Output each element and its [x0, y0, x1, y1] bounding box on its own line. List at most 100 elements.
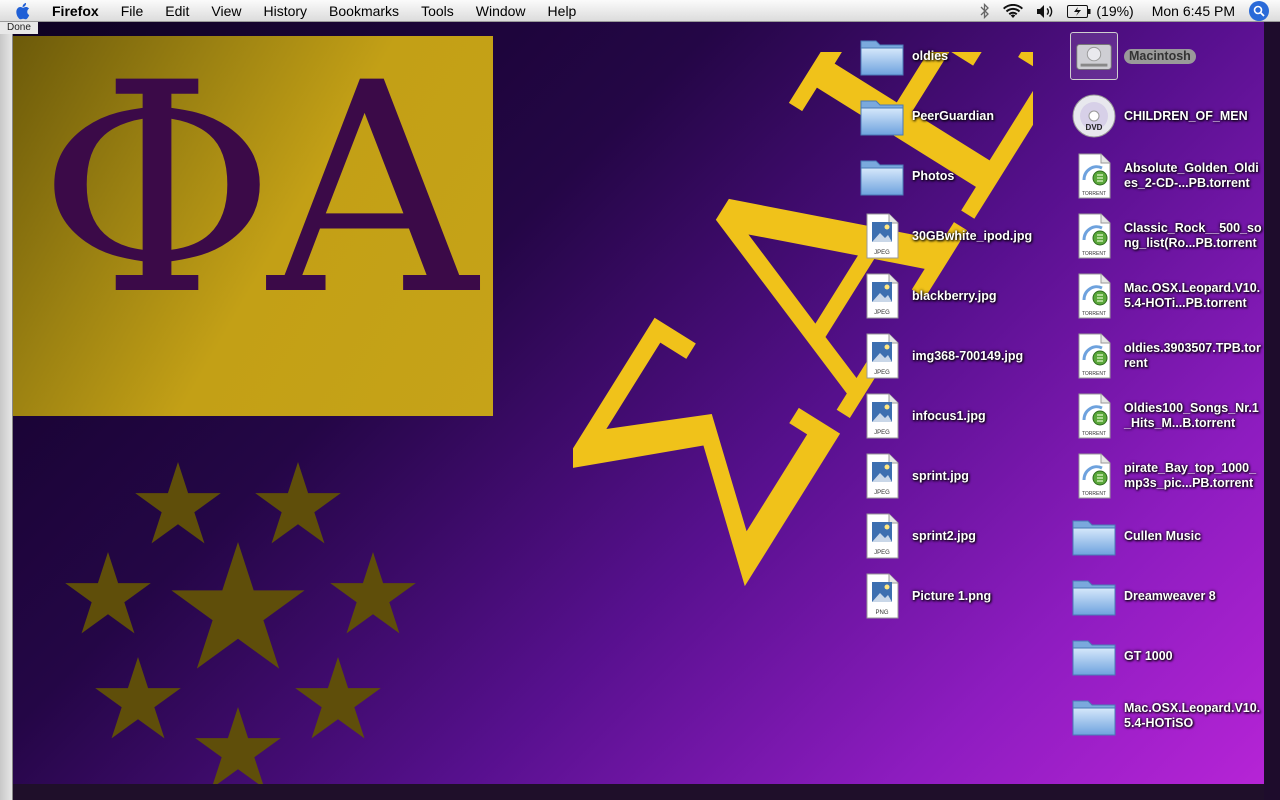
desktop-item[interactable]: Macintosh [1070, 30, 1280, 82]
svg-text:JPEG: JPEG [874, 370, 890, 376]
menu-firefox[interactable]: Firefox [40, 0, 110, 22]
dvd-icon: DVD [1070, 92, 1118, 140]
wallpaper-stars [65, 462, 416, 784]
jpeg-file-icon: JPEG [858, 332, 906, 380]
desktop-item[interactable]: Mac.OSX.Leopard.V10.5.4-HOTiSO [1070, 690, 1280, 742]
spotlight-icon[interactable] [1249, 1, 1269, 21]
desktop-item-label: infocus1.jpg [912, 408, 986, 423]
menu-bar: Firefox File Edit View History Bookmarks… [0, 0, 1280, 22]
folder-icon [1070, 512, 1118, 560]
menu-help[interactable]: Help [537, 0, 588, 22]
desktop-item-label: Cullen Music [1124, 528, 1202, 543]
desktop-item[interactable]: JPEG infocus1.jpg [858, 390, 1068, 442]
desktop-item-label: oldies [912, 48, 949, 63]
desktop-item[interactable]: JPEG blackberry.jpg [858, 270, 1068, 322]
torrent-file-icon: TORRENT [1070, 392, 1118, 440]
menu-view[interactable]: View [200, 0, 252, 22]
svg-text:JPEG: JPEG [874, 550, 890, 556]
desktop-item-label: PeerGuardian [912, 108, 994, 123]
jpeg-file-icon: JPEG [858, 512, 906, 560]
desktop-item[interactable]: JPEG sprint.jpg [858, 450, 1068, 502]
wallpaper-greek-letters: ΦΑ [38, 22, 477, 359]
desktop-item-label: Oldies100_Songs_Nr.1_Hits_M...B.torrent [1124, 401, 1259, 430]
menu-file[interactable]: File [110, 0, 155, 22]
firefox-window-edge[interactable] [0, 22, 13, 800]
torrent-file-icon: TORRENT [1070, 272, 1118, 320]
desktop-item-label: img368-700149.jpg [912, 348, 1024, 363]
firefox-window-bottom [0, 784, 1280, 800]
hard-drive-icon [1070, 32, 1118, 80]
desktop-item-label: Classic_Rock__500_song_list(Ro...PB.torr… [1124, 221, 1262, 250]
battery-percent: (19%) [1096, 3, 1134, 19]
torrent-file-icon: TORRENT [1070, 452, 1118, 500]
desktop-item[interactable]: TORRENT Classic_Rock__500_song_list(Ro...… [1070, 210, 1280, 262]
desktop-item[interactable]: JPEG img368-700149.jpg [858, 330, 1068, 382]
desktop-item[interactable]: DVD CHILDREN_OF_MEN [1070, 90, 1280, 142]
desktop-item-label: oldies.​3903507.TPB.torrent [1124, 341, 1261, 370]
torrent-file-icon: TORRENT [1070, 212, 1118, 260]
battery-status[interactable]: (19%) [1067, 3, 1134, 19]
menu-tools[interactable]: Tools [410, 0, 465, 22]
svg-text:JPEG: JPEG [874, 310, 890, 316]
folder-icon [1070, 692, 1118, 740]
bluetooth-icon[interactable] [980, 3, 990, 19]
svg-text:TORRENT: TORRENT [1082, 251, 1106, 257]
folder-icon [1070, 632, 1118, 680]
svg-text:TORRENT: TORRENT [1082, 491, 1106, 497]
svg-text:JPEG: JPEG [874, 490, 890, 496]
desktop-item[interactable]: TORRENT oldies.​3903507.TPB.torrent [1070, 330, 1280, 382]
desktop-item-label: Absolute_Golden_Oldies_2-CD-...PB.torren… [1124, 161, 1259, 190]
desktop-item-label: sprint2.jpg [912, 528, 976, 543]
torrent-file-icon: TORRENT [1070, 332, 1118, 380]
desktop-item-label: CHILDREN_OF_MEN [1124, 108, 1248, 123]
desktop-item[interactable]: TORRENT Absolute_Golden_Oldies_2-CD-...PB… [1070, 150, 1280, 202]
menu-bookmarks[interactable]: Bookmarks [318, 0, 410, 22]
folder-icon [858, 92, 906, 140]
svg-text:DVD: DVD [1086, 123, 1103, 132]
svg-text:TORRENT: TORRENT [1082, 371, 1106, 377]
apple-menu-icon[interactable] [14, 2, 40, 20]
jpeg-file-icon: JPEG [858, 212, 906, 260]
desktop-item-label: Mac.OSX.Leopard.V10.5.4-HOTiSO [1124, 701, 1261, 730]
png-file-icon: PNG [858, 572, 906, 620]
jpeg-file-icon: JPEG [858, 452, 906, 500]
svg-text:JPEG: JPEG [874, 250, 890, 256]
desktop-item-label: sprint.jpg [912, 468, 969, 483]
desktop-item[interactable]: JPEG 30GBwhite_ipod.jpg [858, 210, 1068, 262]
desktop-item[interactable]: GT 1000 [1070, 630, 1280, 682]
svg-text:TORRENT: TORRENT [1082, 311, 1106, 317]
desktop-item[interactable]: oldies [858, 30, 1068, 82]
desktop-item-label: blackberry.jpg [912, 288, 997, 303]
menu-history[interactable]: History [252, 0, 318, 22]
desktop-item-label: 30GBwhite_ipod.jpg [912, 228, 1033, 243]
desktop-item[interactable]: TORRENT Oldies100_Songs_Nr.1_Hits_M...B.t… [1070, 390, 1280, 442]
battery-icon [1067, 4, 1091, 18]
desktop-item[interactable]: Cullen Music [1070, 510, 1280, 562]
firefox-status-text: Done [0, 22, 38, 34]
desktop-item-label: GT 1000 [1124, 648, 1173, 663]
clock[interactable]: Mon 6:45 PM [1152, 3, 1235, 19]
volume-icon[interactable] [1036, 4, 1054, 19]
desktop-item[interactable]: Dreamweaver 8 [1070, 570, 1280, 622]
svg-text:PNG: PNG [875, 610, 888, 616]
desktop-item[interactable]: JPEG sprint2.jpg [858, 510, 1068, 562]
desktop-item[interactable]: TORRENT Mac.OSX.Leopard.V10.5.4-HOTi...PB… [1070, 270, 1280, 322]
folder-icon [1070, 572, 1118, 620]
svg-text:JPEG: JPEG [874, 430, 890, 436]
folder-icon [858, 32, 906, 80]
desktop-item-label: Photos [912, 168, 955, 183]
desktop-item-label: Dreamweaver 8 [1124, 588, 1216, 603]
torrent-file-icon: TORRENT [1070, 152, 1118, 200]
desktop-item[interactable]: PeerGuardian [858, 90, 1068, 142]
jpeg-file-icon: JPEG [858, 272, 906, 320]
svg-text:TORRENT: TORRENT [1082, 191, 1106, 197]
menu-edit[interactable]: Edit [154, 0, 200, 22]
desktop-item[interactable]: TORRENT pirate_Bay_top_1000_mp3s_pic...PB… [1070, 450, 1280, 502]
desktop-item-label: pirate_Bay_top_1000_mp3s_pic...PB.torren… [1124, 461, 1257, 490]
wifi-icon[interactable] [1003, 3, 1024, 19]
desktop-item-label: Mac.OSX.Leopard.V10.5.4-HOTi...PB.torren… [1124, 281, 1261, 310]
desktop-item-label: Picture 1.png [912, 588, 992, 603]
desktop-item[interactable]: PNG Picture 1.png [858, 570, 1068, 622]
desktop-item[interactable]: Photos [858, 150, 1068, 202]
menu-window[interactable]: Window [465, 0, 537, 22]
